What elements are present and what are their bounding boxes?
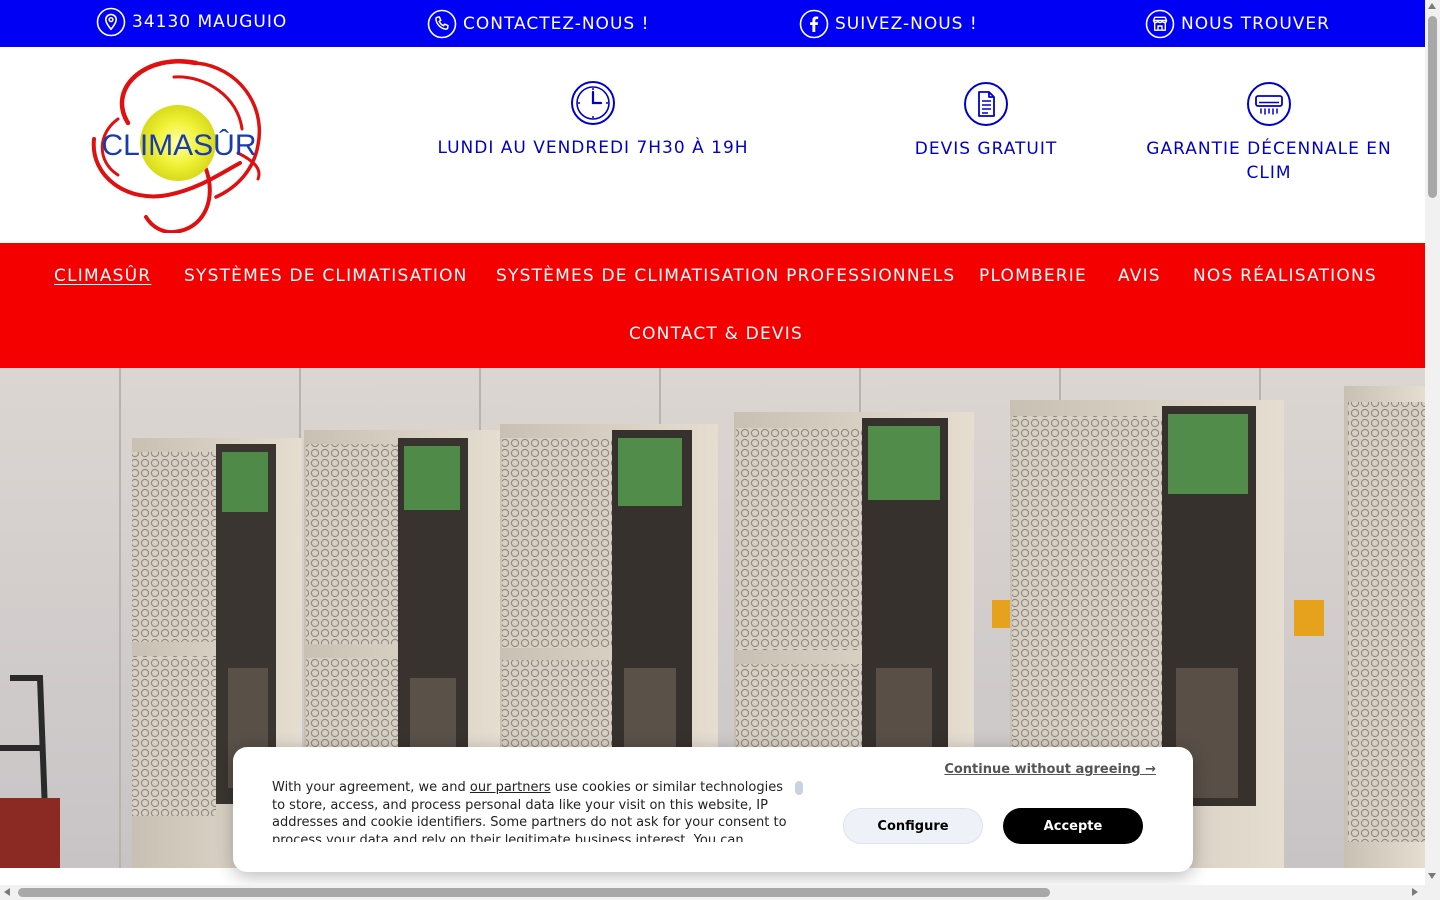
topbar-address-label: 34130 MAUGUIO: [132, 11, 288, 32]
topbar-find-us-link[interactable]: NOUS TROUVER: [1145, 8, 1330, 39]
climasur-logo[interactable]: CLIMASÛR: [88, 57, 270, 234]
continue-without-agreeing-link[interactable]: Continue without agreeing →: [944, 762, 1156, 777]
our-partners-link[interactable]: our partners: [470, 780, 551, 795]
topbar-contact-label: CONTACTEZ-NOUS !: [463, 13, 650, 34]
phone-icon: [427, 9, 457, 38]
cookie-text-scrollbar[interactable]: [795, 781, 803, 795]
feature-warranty: GARANTIE DÉCENNALE EN CLIM: [1138, 81, 1400, 185]
main-navigation: CLIMASÛR SYSTÈMES DE CLIMATISATION SYSTÈ…: [0, 243, 1425, 368]
topbar-find-us-label: NOUS TROUVER: [1181, 13, 1330, 34]
feature-free-quote-label: DEVIS GRATUIT: [914, 139, 1058, 159]
scroll-up-arrow-icon[interactable]: [1428, 3, 1436, 9]
configure-button[interactable]: Configure: [843, 808, 983, 844]
scroll-left-arrow-icon[interactable]: [4, 888, 10, 896]
scroll-right-arrow-icon[interactable]: [1412, 888, 1418, 896]
logo-text: CLIMASÛR: [101, 128, 256, 162]
topbar-address-link[interactable]: 34130 MAUGUIO: [96, 6, 287, 37]
scroll-down-arrow-icon[interactable]: [1428, 873, 1436, 879]
feature-free-quote: DEVIS GRATUIT: [896, 81, 1076, 161]
air-conditioner-icon: [1247, 82, 1291, 126]
climasur-logo-image: CLIMASÛR: [91, 59, 262, 234]
store-icon: [1145, 9, 1175, 38]
top-contact-bar: 34130 MAUGUIO CONTACTEZ-NOUS ! SUIVEZ-NO…: [0, 0, 1425, 47]
facebook-icon: [799, 9, 829, 38]
topbar-contact-link[interactable]: CONTACTEZ-NOUS !: [427, 8, 649, 39]
cookie-consent-banner: Continue without agreeing → With your ag…: [233, 747, 1193, 872]
nav-item-contact-quote[interactable]: CONTACT & DEVIS: [629, 324, 803, 344]
vertical-scrollbar-thumb[interactable]: [1428, 16, 1437, 198]
site-header: CLIMASÛR LUNDI AU VENDREDI 7H30 À 19H DE…: [0, 47, 1425, 243]
location-pin-icon: [96, 7, 126, 36]
nav-item-climasur[interactable]: CLIMASÛR: [54, 266, 151, 286]
feature-opening-hours-label: LUNDI AU VENDREDI 7H30 À 19H: [437, 138, 749, 158]
feature-opening-hours: LUNDI AU VENDREDI 7H30 À 19H: [434, 80, 752, 160]
topbar-facebook-label: SUIVEZ-NOUS !: [835, 13, 978, 34]
cookie-text-intro: With your agreement, we and: [272, 780, 470, 795]
vertical-scrollbar[interactable]: [1425, 0, 1440, 885]
cookie-consent-text: With your agreement, we and our partners…: [272, 779, 792, 842]
nav-item-air-conditioning-systems[interactable]: SYSTÈMES DE CLIMATISATION: [184, 266, 468, 286]
horizontal-scrollbar[interactable]: [0, 885, 1440, 900]
nav-item-reviews[interactable]: AVIS: [1118, 266, 1161, 286]
nav-item-our-work[interactable]: NOS RÉALISATIONS: [1193, 266, 1377, 286]
accept-button[interactable]: Accepte: [1003, 808, 1143, 844]
clock-icon: [571, 81, 615, 125]
feature-warranty-label: GARANTIE DÉCENNALE EN CLIM: [1146, 139, 1392, 183]
horizontal-scrollbar-thumb[interactable]: [18, 888, 1050, 897]
nav-item-professional-air-conditioning[interactable]: SYSTÈMES DE CLIMATISATION PROFESSIONNELS: [496, 266, 955, 286]
topbar-facebook-link[interactable]: SUIVEZ-NOUS !: [799, 8, 978, 39]
nav-item-plumbing[interactable]: PLOMBERIE: [979, 266, 1087, 286]
document-icon: [964, 82, 1008, 126]
